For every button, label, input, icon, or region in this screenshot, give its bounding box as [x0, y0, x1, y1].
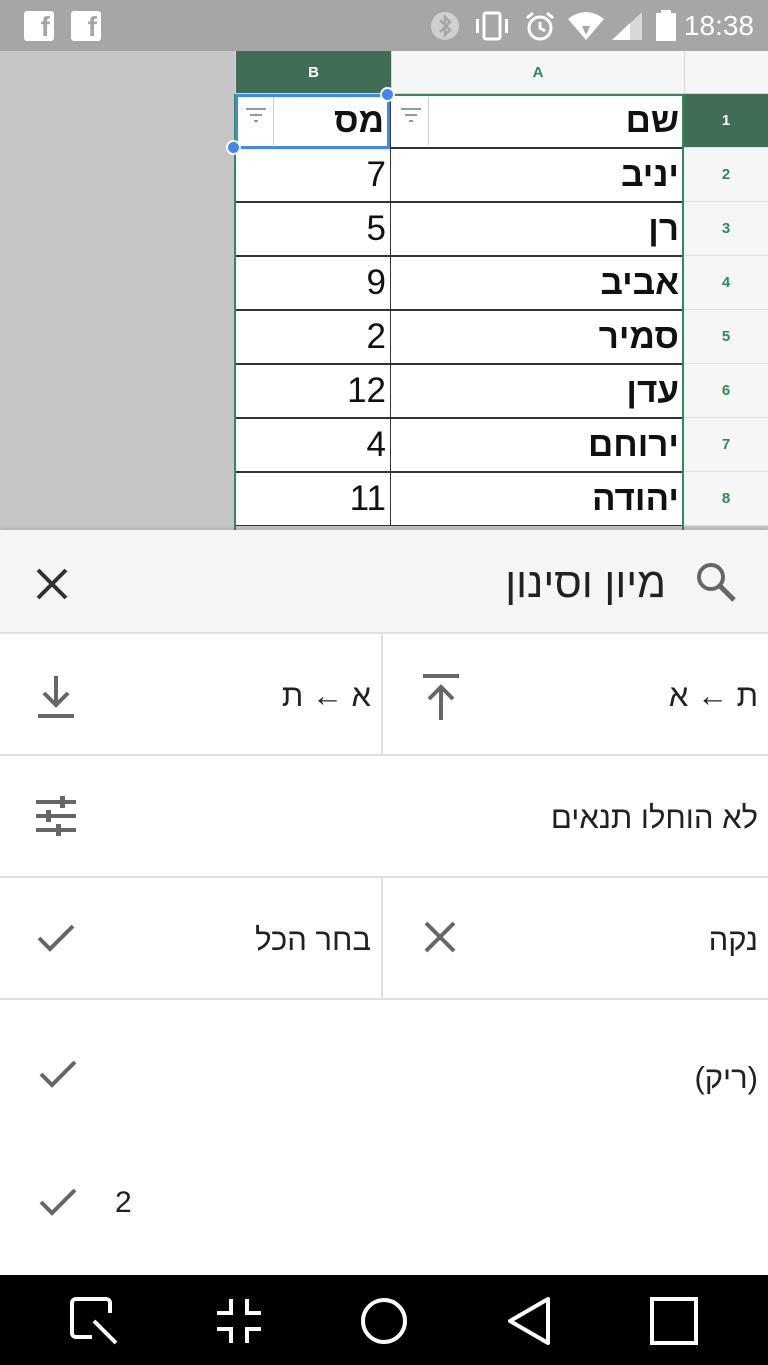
check-icon [37, 924, 75, 952]
sort-z-a-label: א ← ת [281, 678, 371, 713]
clear-button[interactable]: נקה [385, 878, 768, 998]
corner-header[interactable] [684, 51, 768, 94]
panel-header: מיון וסינון [0, 530, 768, 634]
value-label: 2 [115, 1186, 132, 1219]
list-item[interactable]: (ריק) [0, 1000, 768, 1128]
signal-icon [612, 12, 642, 40]
select-row: בחר הכל נקה [0, 878, 768, 1000]
sort-ascending-icon [423, 674, 459, 720]
filter-by-condition-row[interactable]: לא הוחלו תנאים [0, 756, 768, 878]
search-icon[interactable] [692, 558, 740, 606]
back-icon[interactable] [504, 1295, 556, 1347]
row-header[interactable]: 2 [683, 148, 768, 202]
column-header-b[interactable]: B [235, 51, 391, 94]
clear-icon [424, 921, 456, 953]
navigation-bar [0, 1275, 768, 1365]
sort-filter-panel: מיון וסינון א ← ת ת ← א לא הוחלו תנאים ב… [0, 530, 768, 1275]
spreadsheet-grid[interactable]: B A 1 2 3 4 5 6 7 8 מס שם 7 יניב 5 רן 9 … [0, 51, 768, 530]
battery-icon [656, 10, 676, 41]
sort-a-z-label: ת ← א [668, 678, 758, 713]
sort-z-a-button[interactable]: א ← ת [0, 634, 383, 754]
home-icon[interactable] [358, 1295, 410, 1347]
clock-time: 18:38 [683, 10, 754, 41]
row-header[interactable]: 6 [683, 364, 768, 418]
recents-icon[interactable] [648, 1295, 700, 1347]
row-header[interactable]: 1 [683, 94, 768, 148]
alarm-icon [526, 11, 554, 41]
bluetooth-icon [431, 12, 459, 40]
row-header[interactable]: 4 [683, 256, 768, 310]
screenshot-edit-icon[interactable] [68, 1295, 120, 1347]
clear-label: נקה [708, 922, 758, 957]
filter-range-outline [234, 94, 684, 530]
column-header-a[interactable]: A [391, 51, 684, 94]
select-all-label: בחר הכל [255, 922, 371, 957]
select-all-button[interactable]: בחר הכל [0, 878, 383, 998]
selection-handle[interactable] [380, 87, 395, 102]
row-header[interactable]: 8 [683, 472, 768, 526]
tune-icon [36, 796, 76, 836]
vibrate-icon [476, 11, 508, 41]
conditions-label: לא הוחלו תנאים [550, 800, 758, 835]
row-header[interactable]: 7 [683, 418, 768, 472]
facebook-icon: f [71, 11, 101, 41]
selection-handle[interactable] [226, 140, 241, 155]
sort-a-z-button[interactable]: ת ← א [385, 634, 768, 754]
status-bar: f f 18:38 [0, 0, 768, 51]
check-icon[interactable] [38, 1058, 78, 1090]
row-header[interactable]: 3 [683, 202, 768, 256]
row-header[interactable]: 5 [683, 310, 768, 364]
sort-descending-icon [38, 676, 74, 718]
facebook-icon: f [24, 11, 54, 41]
exit-fullscreen-icon[interactable] [213, 1295, 265, 1347]
sort-row: א ← ת ת ← א [0, 634, 768, 756]
selected-cell-outline [235, 94, 390, 149]
close-icon[interactable] [28, 560, 76, 608]
value-label: (ריק) [694, 1060, 758, 1095]
check-icon[interactable] [38, 1186, 78, 1218]
wifi-icon [568, 12, 604, 40]
panel-title: מיון וסינון [505, 559, 666, 606]
list-item[interactable]: 2 [0, 1128, 768, 1256]
